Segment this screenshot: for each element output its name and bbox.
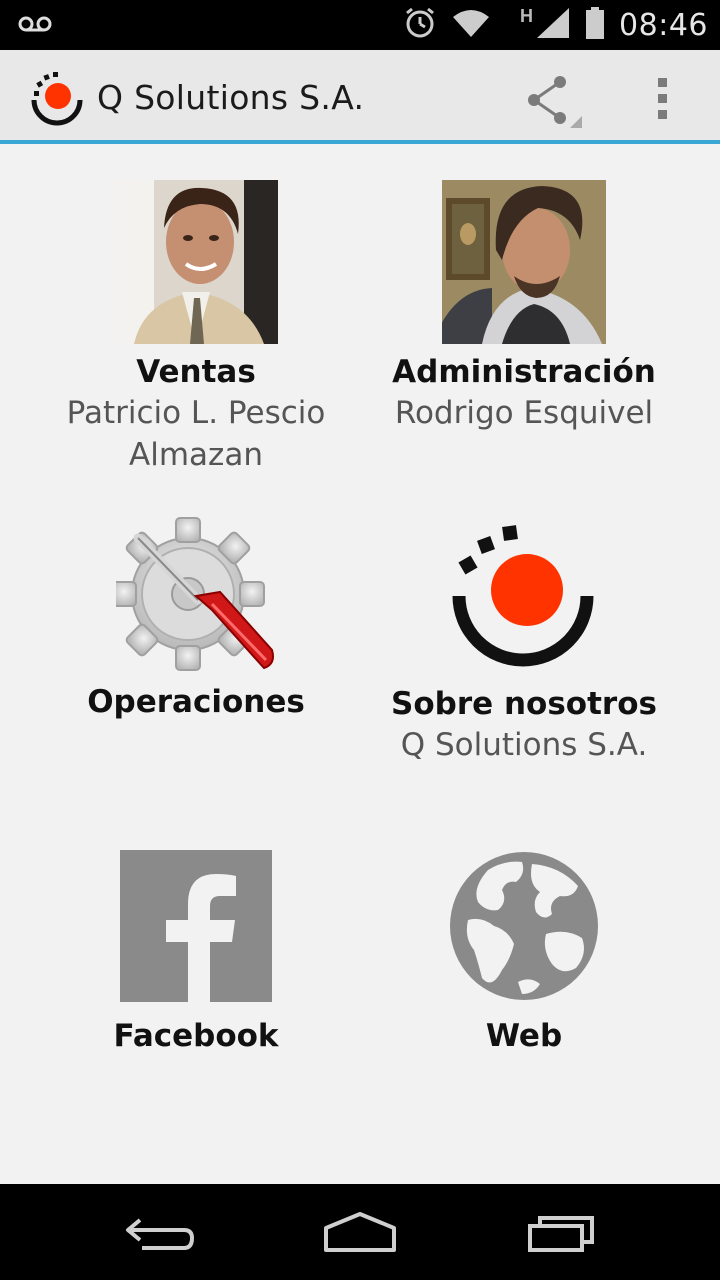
ventas-photo: [114, 180, 278, 344]
home-icon: [324, 1212, 396, 1252]
app-title: Q Solutions S.A.: [97, 78, 365, 117]
q-solutions-logo-icon: [449, 520, 599, 670]
sobre-nosotros-subtitle: Q Solutions S.A.: [400, 727, 648, 763]
grid-item-facebook[interactable]: Facebook: [31, 850, 361, 1056]
battery-icon: [585, 6, 605, 45]
grid-item-administracion[interactable]: Administración Rodrigo Esquivel: [359, 180, 689, 434]
web-title: Web: [485, 1018, 563, 1054]
recent-apps-icon: [528, 1216, 594, 1252]
recent-apps-button[interactable]: [522, 1204, 602, 1260]
alarm-icon: [403, 6, 437, 45]
app-logo[interactable]: [28, 70, 86, 128]
navigation-bar: [0, 1184, 720, 1280]
share-icon: [528, 76, 566, 124]
grid-item-sobre-nosotros[interactable]: Sobre nosotros Q Solutions S.A.: [359, 520, 689, 766]
grid-item-operaciones[interactable]: Operaciones: [31, 514, 361, 722]
status-bar: H 08:46: [0, 0, 720, 50]
overflow-menu-button[interactable]: [648, 74, 678, 124]
back-icon: [126, 1218, 194, 1250]
globe-icon: [448, 850, 600, 1002]
share-button[interactable]: [522, 72, 586, 130]
ventas-title: Ventas: [136, 354, 256, 390]
administracion-title: Administración: [392, 354, 656, 390]
operaciones-title: Operaciones: [87, 684, 305, 720]
facebook-title: Facebook: [113, 1018, 279, 1054]
back-button[interactable]: [122, 1204, 202, 1260]
ventas-subtitle: Patricio L. Pescio Almazan: [66, 395, 326, 473]
grid-item-web[interactable]: Web: [359, 850, 689, 1056]
administracion-subtitle: Rodrigo Esquivel: [394, 395, 654, 431]
signal-icon: [535, 6, 571, 45]
status-time: 08:46: [619, 7, 708, 43]
administracion-photo: [442, 180, 606, 344]
overflow-menu-icon: [658, 78, 667, 119]
home-button[interactable]: [320, 1204, 400, 1260]
action-bar: Q Solutions S.A.: [0, 50, 720, 144]
voicemail-icon: [18, 12, 52, 41]
grid-item-ventas[interactable]: Ventas Patricio L. Pescio Almazan: [31, 180, 361, 476]
wifi-icon: [451, 7, 491, 44]
sobre-nosotros-title: Sobre nosotros: [391, 686, 657, 722]
operaciones-icon: [111, 514, 276, 674]
facebook-icon: [120, 850, 272, 1002]
